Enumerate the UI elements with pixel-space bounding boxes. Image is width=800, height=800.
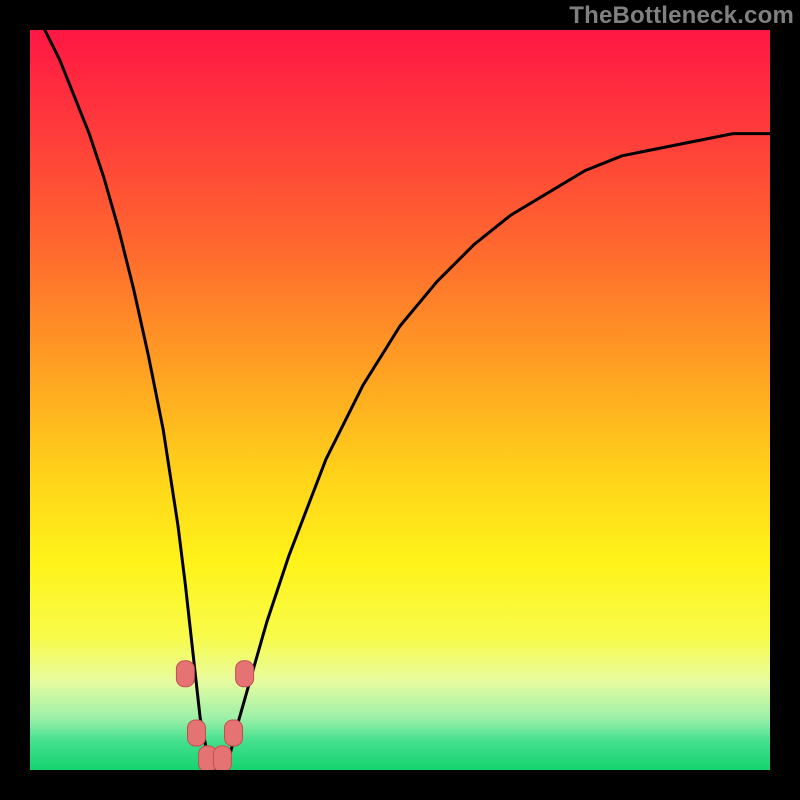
curve-marker	[213, 746, 231, 770]
plot-area	[30, 30, 770, 770]
curve-marker	[176, 661, 194, 687]
gradient-background	[30, 30, 770, 770]
curve-marker	[225, 720, 243, 746]
chart-container: TheBottleneck.com	[0, 0, 800, 800]
curve-marker	[236, 661, 254, 687]
plot-svg	[30, 30, 770, 770]
watermark-text: TheBottleneck.com	[569, 2, 794, 30]
curve-marker	[188, 720, 206, 746]
